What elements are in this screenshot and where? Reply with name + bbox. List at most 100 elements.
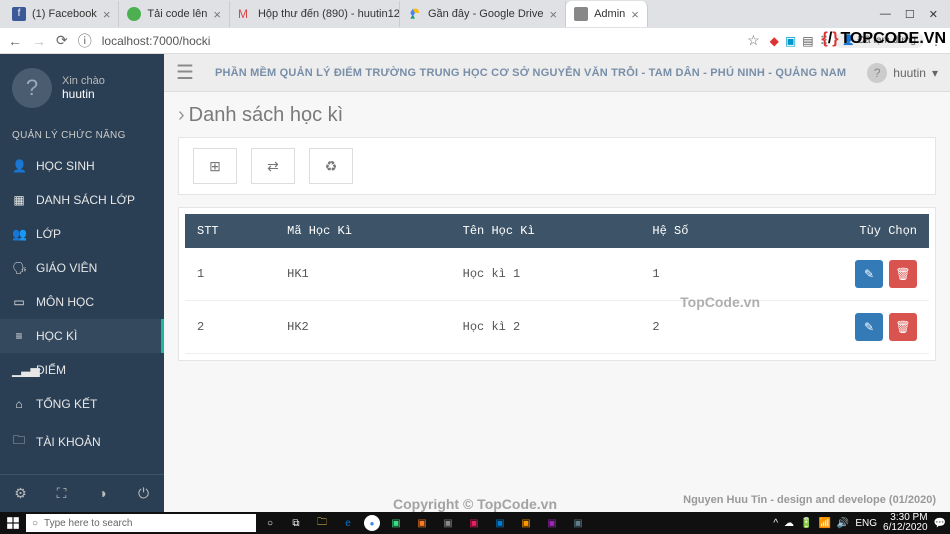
col-heso: Hệ Số <box>640 214 759 248</box>
sidebar-item-label: DANH SÁCH LỚP <box>36 193 135 207</box>
delete-button[interactable]: 🗑 <box>889 313 917 341</box>
close-icon[interactable]: × <box>550 7 558 22</box>
sidebar-item-lop[interactable]: 👥LỚP <box>0 217 164 251</box>
col-stt: STT <box>185 214 275 248</box>
app-icon[interactable]: ▣ <box>542 514 562 532</box>
taskview-icon[interactable]: ⧉ <box>286 514 306 532</box>
app-icon[interactable]: ▣ <box>568 514 588 532</box>
hamburger-icon[interactable]: ☰ <box>176 60 194 85</box>
chevron-down-icon: ▾ <box>932 66 938 80</box>
minimize-button[interactable]: — <box>880 8 891 21</box>
sublime-icon[interactable]: ▣ <box>516 514 536 532</box>
extension-icon[interactable]: ▤ <box>802 34 813 48</box>
sidebar-item-tai-khoan[interactable]: 🗀TÀI KHOẢN <box>0 421 164 462</box>
sidebar-item-label: HỌC KÌ <box>36 329 77 343</box>
sidebar-item-mon-hoc[interactable]: ▭MÔN HỌC <box>0 285 164 319</box>
wifi-icon[interactable]: 📶 <box>818 518 830 529</box>
edit-button[interactable]: ✎ <box>855 260 883 288</box>
tray-up-icon[interactable]: ^ <box>773 518 778 529</box>
ide-icon[interactable]: ▣ <box>386 514 406 532</box>
info-icon[interactable]: ⓘ <box>78 31 92 51</box>
windows-taskbar: ○ Type here to search ○ ⧉ 🗀 e ● ▣ ▣ ▣ ▣ … <box>0 512 950 534</box>
xampp-icon[interactable]: ▣ <box>412 514 432 532</box>
browser-address-bar: ← → ⟳ ⓘ localhost:7000/hocki ☆ ◆ ▣ ▤ ⠿ 👤… <box>0 28 950 54</box>
back-button[interactable]: ← <box>8 33 22 49</box>
sidebar: ? Xin chào huutin QUẢN LÝ CHỨC NĂNG 👤HỌC… <box>0 54 164 512</box>
row-actions: ✎ 🗑 <box>771 313 917 341</box>
reset-button[interactable]: ♻ <box>309 148 353 184</box>
battery-icon[interactable]: 🔋 <box>800 518 812 529</box>
sidebar-section-title: QUẢN LÝ CHỨC NĂNG <box>0 122 164 149</box>
fullscreen-button[interactable]: ⛶ <box>41 475 82 512</box>
app-icon[interactable]: ▣ <box>464 514 484 532</box>
star-icon[interactable]: ☆ <box>747 32 760 49</box>
cell-ten: Học kì 2 <box>451 301 641 354</box>
logout-button[interactable]: ⏻ <box>123 475 164 512</box>
vscode-icon[interactable]: ▣ <box>490 514 510 532</box>
edit-button[interactable]: ✎ <box>855 313 883 341</box>
sidebar-item-giao-vien[interactable]: 🗣 GIÁO VIÊN <box>0 251 164 285</box>
watermark-bottom: Copyright © TopCode.vn <box>393 496 557 512</box>
volume-icon[interactable]: 🔊 <box>837 518 849 529</box>
terminal-icon[interactable]: ▣ <box>438 514 458 532</box>
lang-indicator[interactable]: ENG <box>855 518 877 529</box>
table-row: 2 HK2 Học kì 2 2 ✎ 🗑 <box>185 301 929 354</box>
refresh-button[interactable]: ⇄ <box>251 148 295 184</box>
close-button[interactable]: ✕ <box>929 8 938 21</box>
edge-icon[interactable]: e <box>338 514 358 532</box>
taskbar-search[interactable]: ○ Type here to search <box>26 514 256 532</box>
tab-label: Hộp thư đến (890) - huutin12... <box>258 8 400 20</box>
tab-label: Tải code lên <box>147 8 207 20</box>
teacher-icon: 🗣 <box>12 261 26 275</box>
home-icon: ⌂ <box>12 397 26 411</box>
cloud-icon[interactable]: ☁ <box>784 518 794 529</box>
browser-tab[interactable]: Tải code lên × <box>119 1 230 27</box>
main-content: ☰ PHẦN MỀM QUẢN LÝ ĐIỂM TRƯỜNG TRUNG HỌC… <box>164 54 950 512</box>
cortana-icon[interactable]: ○ <box>260 514 280 532</box>
close-icon[interactable]: × <box>103 7 111 22</box>
settings-button[interactable]: ⚙ <box>0 475 41 512</box>
username: huutin <box>62 87 105 101</box>
file-explorer-icon[interactable]: 🗀 <box>312 514 332 532</box>
book-icon: ▭ <box>12 295 26 309</box>
close-icon[interactable]: × <box>631 7 639 22</box>
data-table: STT Mã Học Kì Tên Học Kì Hệ Số Tùy Chọn … <box>185 214 929 354</box>
theme-button[interactable]: ◑ <box>82 475 123 512</box>
row-actions: ✎ 🗑 <box>771 260 917 288</box>
clock[interactable]: 3:30 PM 6/12/2020 <box>883 513 928 533</box>
reload-button[interactable]: ⟳ <box>56 32 68 49</box>
browser-tab[interactable]: Gần đây - Google Drive × <box>400 1 566 27</box>
sidebar-user: ? Xin chào huutin <box>0 54 164 122</box>
chrome-icon[interactable]: ● <box>364 515 380 531</box>
avatar: ? <box>12 68 52 108</box>
sidebar-item-danh-sach-lop[interactable]: ▦DANH SÁCH LỚP <box>0 183 164 217</box>
notifications-icon[interactable]: 💬 <box>934 518 946 529</box>
sidebar-item-tong-ket[interactable]: ⌂TỔNG KẾT <box>0 387 164 421</box>
maximize-button[interactable]: ☐ <box>905 8 915 21</box>
forward-button[interactable]: → <box>32 33 46 49</box>
taskbar-apps: ○ ⧉ 🗀 e ● ▣ ▣ ▣ ▣ ▣ ▣ ▣ ▣ <box>260 514 588 532</box>
page-content: ›Danh sách học kì ⊞ ⇄ ♻ STT Mã Học Kì Tê… <box>164 92 950 512</box>
start-button[interactable] <box>4 514 22 532</box>
browser-tab[interactable]: M Hộp thư đến (890) - huutin12... × <box>230 1 400 27</box>
col-ten: Tên Học Kì <box>451 214 641 248</box>
delete-button[interactable]: 🗑 <box>889 260 917 288</box>
close-icon[interactable]: × <box>213 7 221 22</box>
add-button[interactable]: ⊞ <box>193 148 237 184</box>
sidebar-item-label: ĐIỂM <box>36 363 66 377</box>
sidebar-item-label: GIÁO VIÊN <box>36 261 97 275</box>
url-field[interactable]: localhost:7000/hocki <box>102 34 737 48</box>
tab-label: (1) Facebook <box>32 8 97 20</box>
sidebar-item-hoc-sinh[interactable]: 👤HỌC SINH <box>0 149 164 183</box>
topbar-user-menu[interactable]: ? huutin ▾ <box>867 63 938 83</box>
table-panel: STT Mã Học Kì Tên Học Kì Hệ Số Tùy Chọn … <box>178 207 936 361</box>
cell-stt: 2 <box>185 301 275 354</box>
search-placeholder: Type here to search <box>44 518 132 529</box>
sidebar-item-hoc-ki[interactable]: ≡HỌC KÌ <box>0 319 164 353</box>
browser-tab[interactable]: f (1) Facebook × <box>4 1 119 27</box>
browser-tab-active[interactable]: Admin × <box>566 1 648 27</box>
sidebar-item-diem[interactable]: ▁▃▅ĐIỂM <box>0 353 164 387</box>
col-ma: Mã Học Kì <box>275 214 451 248</box>
extension-icon[interactable]: ◆ <box>770 34 779 48</box>
extension-icon[interactable]: ▣ <box>785 34 796 48</box>
